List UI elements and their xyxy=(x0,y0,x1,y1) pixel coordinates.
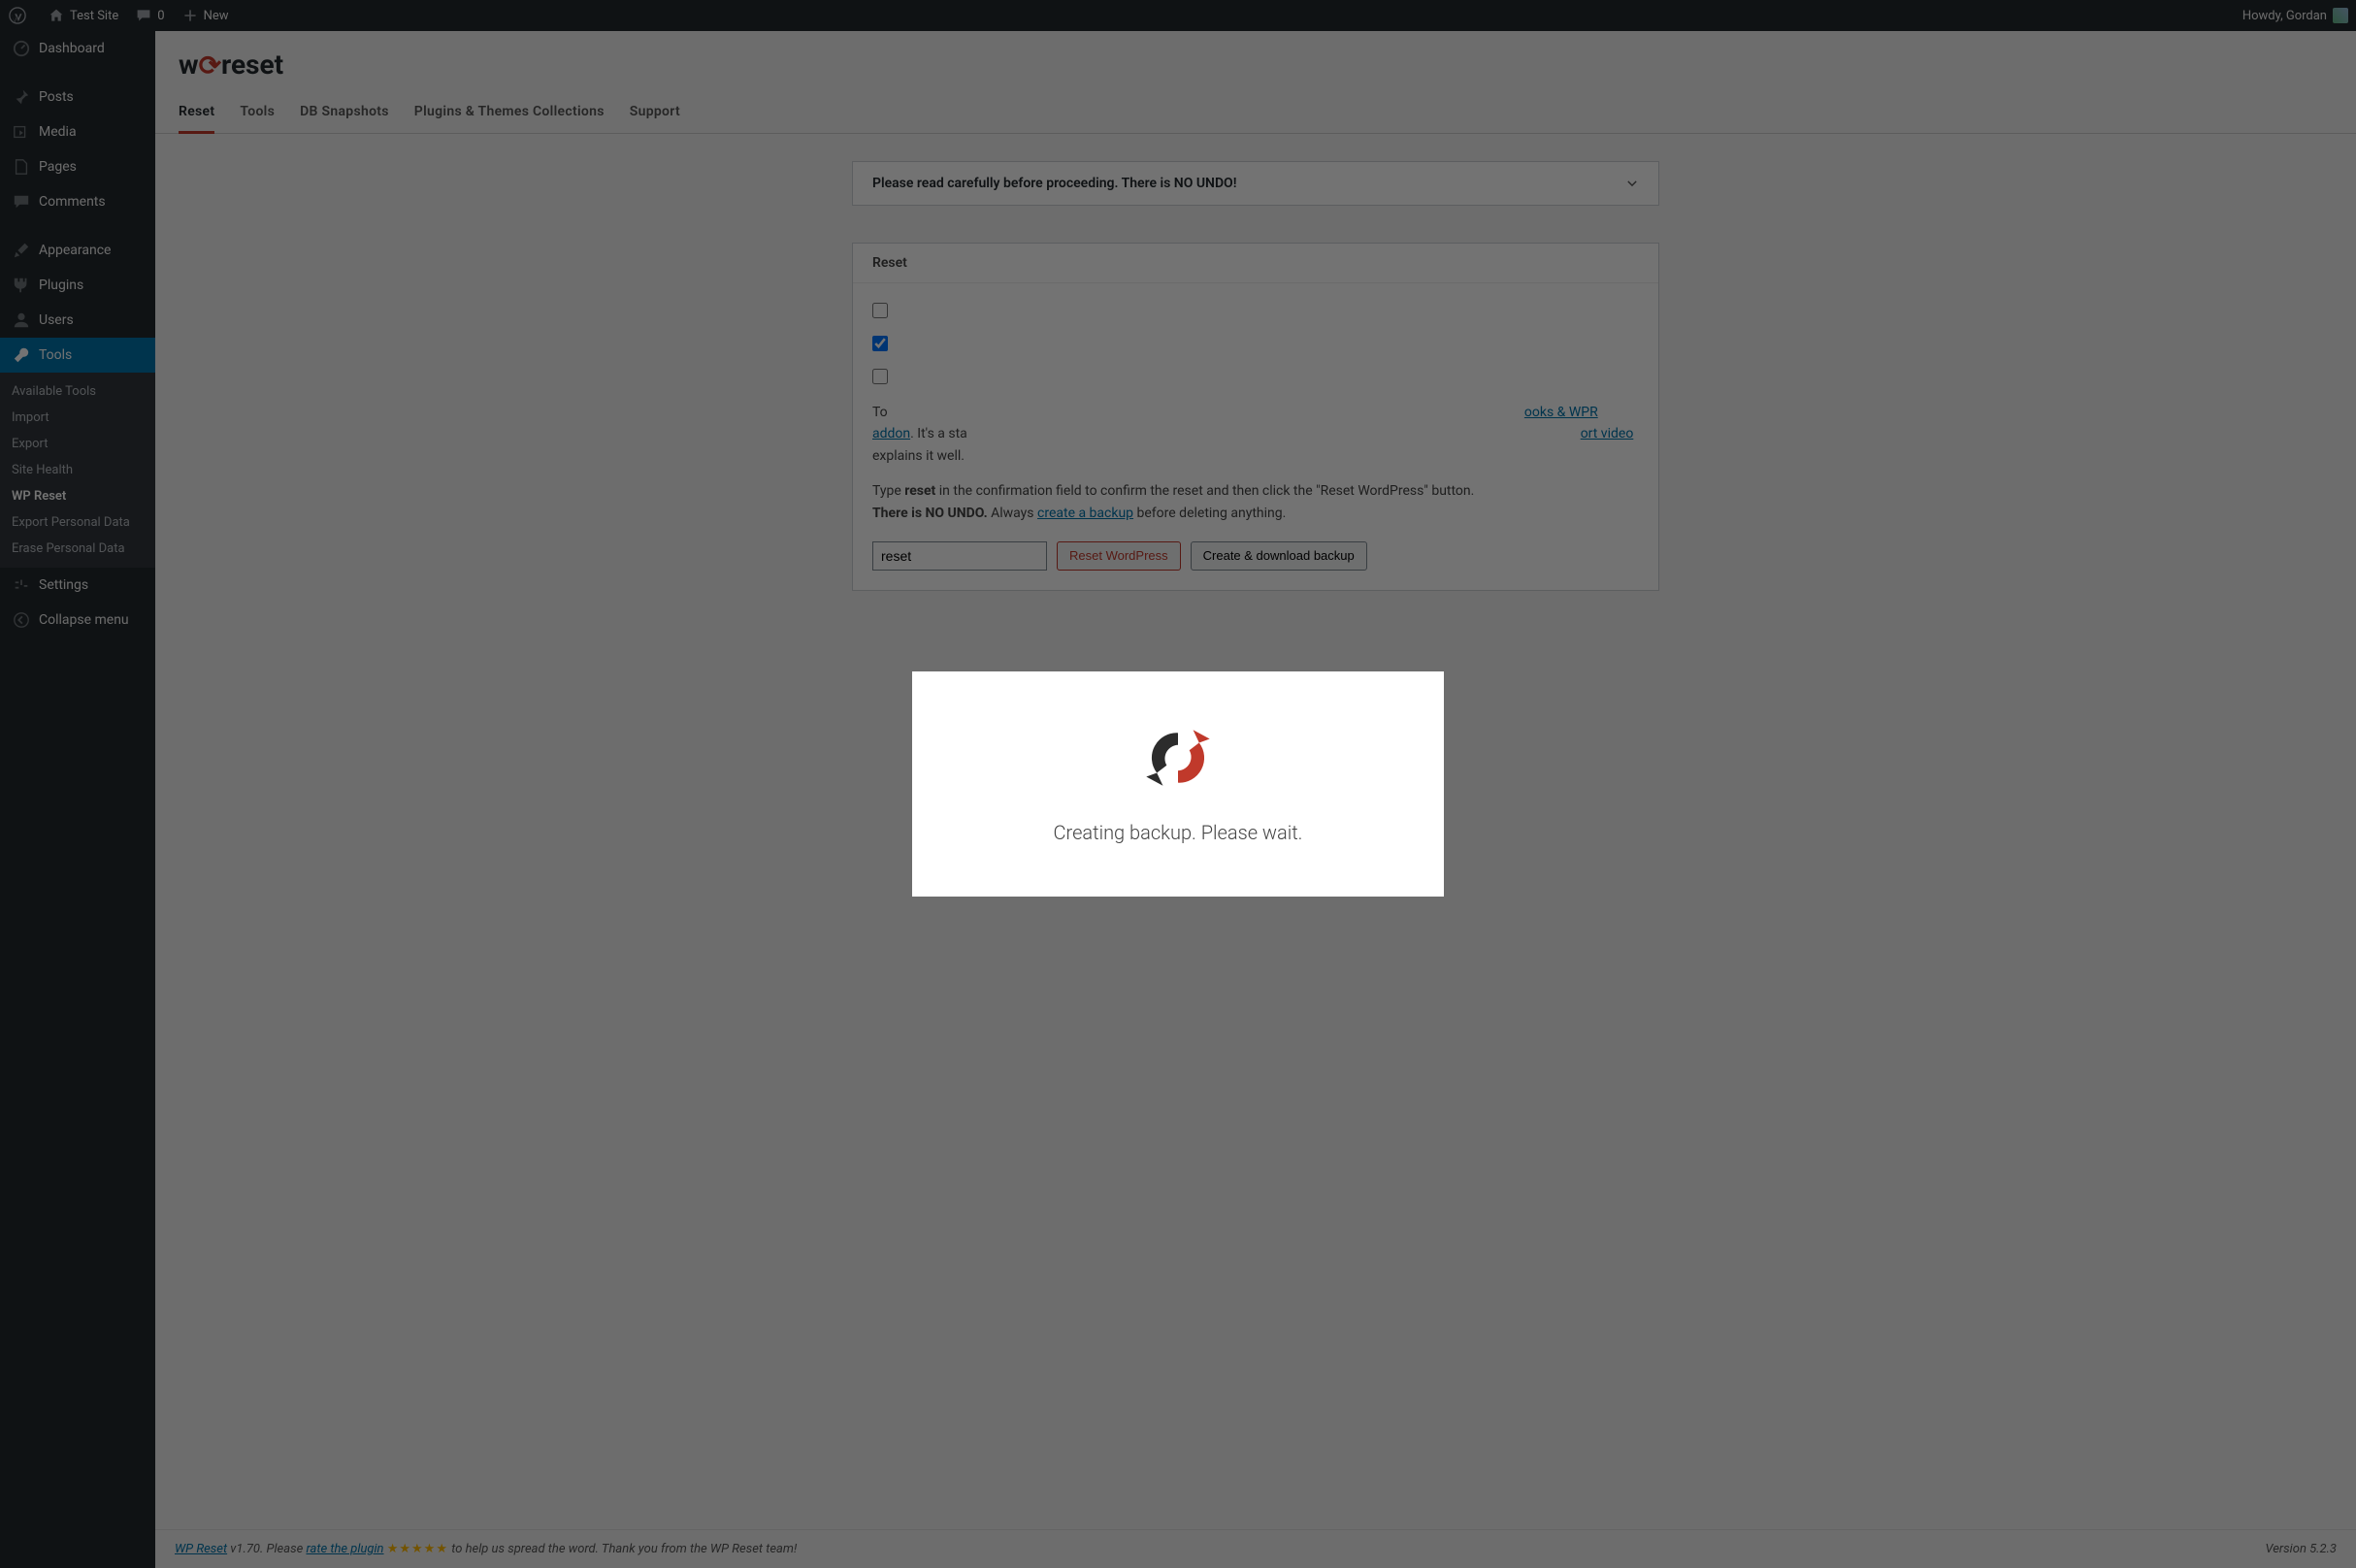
loading-modal: Creating backup. Please wait. xyxy=(912,671,1444,897)
modal-overlay: Creating backup. Please wait. xyxy=(0,0,2356,1568)
spinner-icon xyxy=(1139,724,1217,792)
modal-text: Creating backup. Please wait. xyxy=(1054,821,1303,844)
